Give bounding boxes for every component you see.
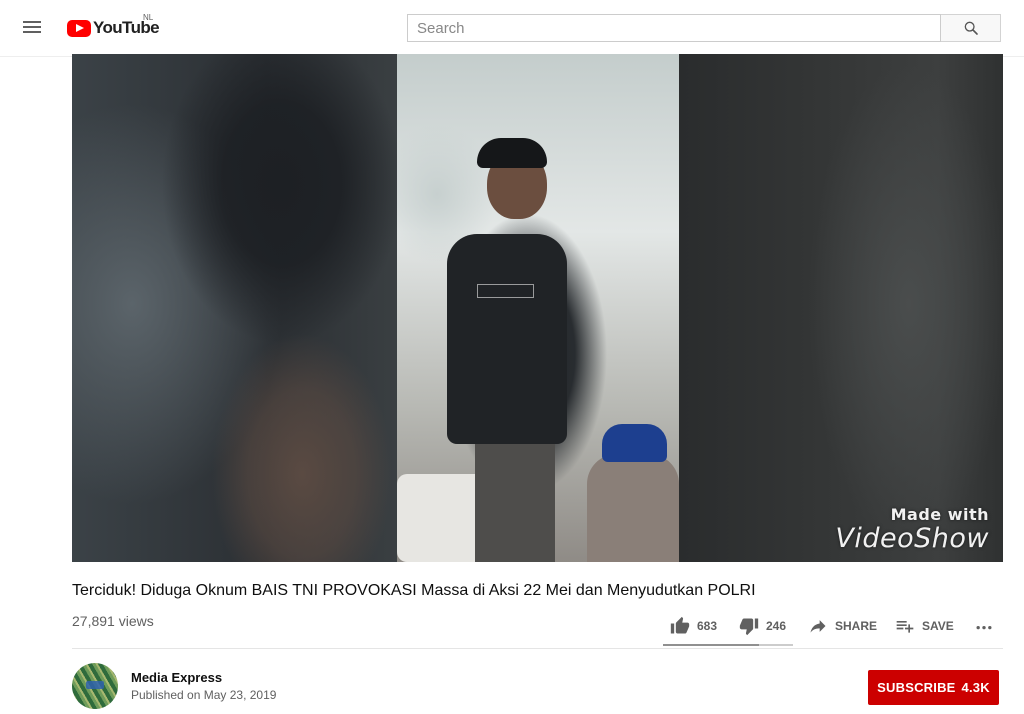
avatar-emblem <box>86 681 104 689</box>
scene-man-cap <box>477 138 547 168</box>
share-label: SHARE <box>835 619 878 633</box>
like-button[interactable]: 683 <box>670 610 717 642</box>
save-label: SAVE <box>922 619 954 633</box>
channel-name[interactable]: Media Express <box>131 670 222 685</box>
divider <box>72 648 1003 649</box>
view-count: 27,891 views <box>72 613 154 629</box>
search-input[interactable] <box>408 15 940 41</box>
watermark-bottom: VideoShow <box>835 523 989 554</box>
dislike-count: 246 <box>766 619 787 633</box>
search-box <box>407 14 941 42</box>
share-icon <box>810 620 826 633</box>
like-count: 683 <box>697 619 718 633</box>
youtube-logo-icon <box>67 19 91 37</box>
channel-avatar[interactable] <box>72 663 118 709</box>
menu-icon[interactable] <box>22 18 44 38</box>
thumb-down-icon <box>739 618 759 636</box>
scene-blue-hat <box>602 424 667 462</box>
video-title: Terciduk! Diduga Oknum BAIS TNI PROVOKAS… <box>72 582 756 599</box>
region-code: NL <box>143 13 154 22</box>
youtube-logo[interactable]: YouTube NL <box>67 13 160 39</box>
video-frame-left <box>72 54 397 562</box>
scene-man-body <box>447 234 567 444</box>
like-dislike-ratio-bar <box>663 644 793 646</box>
subscriber-count: 4.3K <box>961 680 990 695</box>
video-frame-center <box>397 54 679 562</box>
more-icon <box>976 626 992 630</box>
video-frame-right <box>679 54 1003 562</box>
search-button[interactable] <box>941 14 1001 42</box>
save-button[interactable]: SAVE <box>895 610 954 642</box>
video-watermark: Made with VideoShow <box>835 505 989 554</box>
search-icon <box>964 21 978 35</box>
watermark-top: Made with <box>890 505 989 524</box>
more-actions-button[interactable] <box>973 610 995 642</box>
subscribe-button[interactable]: SUBSCRIBE 4.3K <box>868 670 999 705</box>
subscribe-label: SUBSCRIBE <box>877 680 956 695</box>
thumb-up-icon <box>670 616 690 634</box>
video-player[interactable]: Made with VideoShow <box>72 54 1003 562</box>
share-button[interactable]: SHARE <box>808 610 877 642</box>
like-ratio-fill <box>663 644 759 646</box>
dislike-button[interactable]: 246 <box>739 610 786 642</box>
scene-man-legs <box>475 444 555 562</box>
publish-date: Published on May 23, 2019 <box>131 688 277 702</box>
masthead: YouTube NL <box>0 0 1024 57</box>
scene-shirt-print <box>477 284 534 298</box>
playlist-add-icon <box>896 621 914 633</box>
scene-seated-person <box>587 454 679 562</box>
